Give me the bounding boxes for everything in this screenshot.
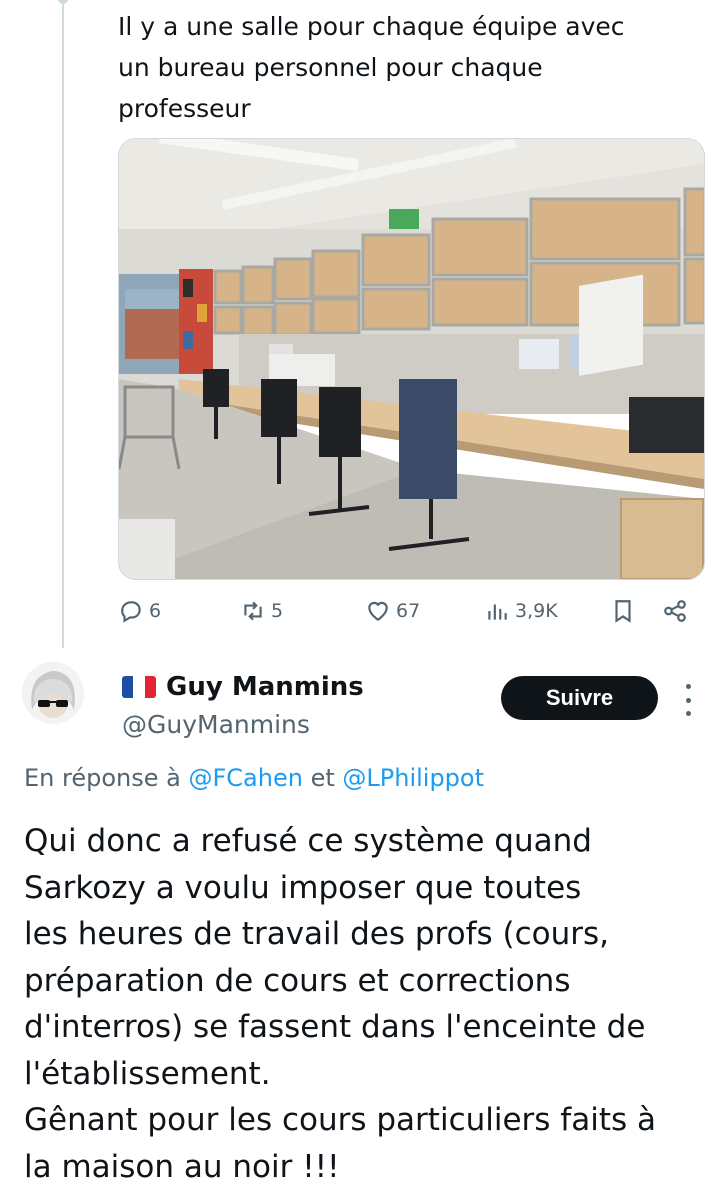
parent-tweet-text: Il y a une salle pour chaque équipe avec… xyxy=(118,12,625,123)
reply-count: 6 xyxy=(149,600,162,622)
tweet-photo[interactable] xyxy=(118,138,705,580)
reply-prefix: En réponse à xyxy=(24,764,189,792)
reply-tweet-text: Qui donc a refusé ce système quand Sarko… xyxy=(24,823,656,1185)
like-icon xyxy=(368,601,388,621)
avatar[interactable] xyxy=(22,662,84,724)
retweet-button[interactable]: 5 xyxy=(240,594,283,628)
follow-button[interactable]: Suivre xyxy=(501,676,658,720)
bookmark-icon xyxy=(615,600,631,623)
tweet-actions: 6 5 67 3,9K xyxy=(118,594,698,630)
retweet-icon xyxy=(244,601,262,621)
retweet-count: 5 xyxy=(271,600,284,622)
views-icon xyxy=(488,604,507,620)
bookmark-button[interactable] xyxy=(610,594,636,628)
views-count: 3,9K xyxy=(515,600,558,622)
author-handle[interactable]: @GuyManmins xyxy=(122,710,310,739)
author-name-row: Guy Manmins xyxy=(122,672,364,702)
reply-icon xyxy=(121,601,141,623)
mention-link-fcahen[interactable]: @FCahen xyxy=(188,764,302,792)
reply-connector: et xyxy=(302,764,343,792)
reply-context: En réponse à @FCahen et @LPhilippot xyxy=(24,764,484,792)
like-button[interactable]: 67 xyxy=(365,594,420,628)
thread-line xyxy=(62,0,64,648)
share-icon xyxy=(664,600,686,622)
mention-link-lphilippot[interactable]: @LPhilippot xyxy=(342,764,484,792)
reply-button[interactable]: 6 xyxy=(118,594,161,628)
share-button[interactable] xyxy=(662,594,688,628)
views-button[interactable]: 3,9K xyxy=(484,594,558,628)
more-icon[interactable] xyxy=(680,684,696,716)
like-count: 67 xyxy=(396,600,421,622)
author-name[interactable]: Guy Manmins xyxy=(166,672,364,702)
french-flag-icon xyxy=(122,676,156,698)
